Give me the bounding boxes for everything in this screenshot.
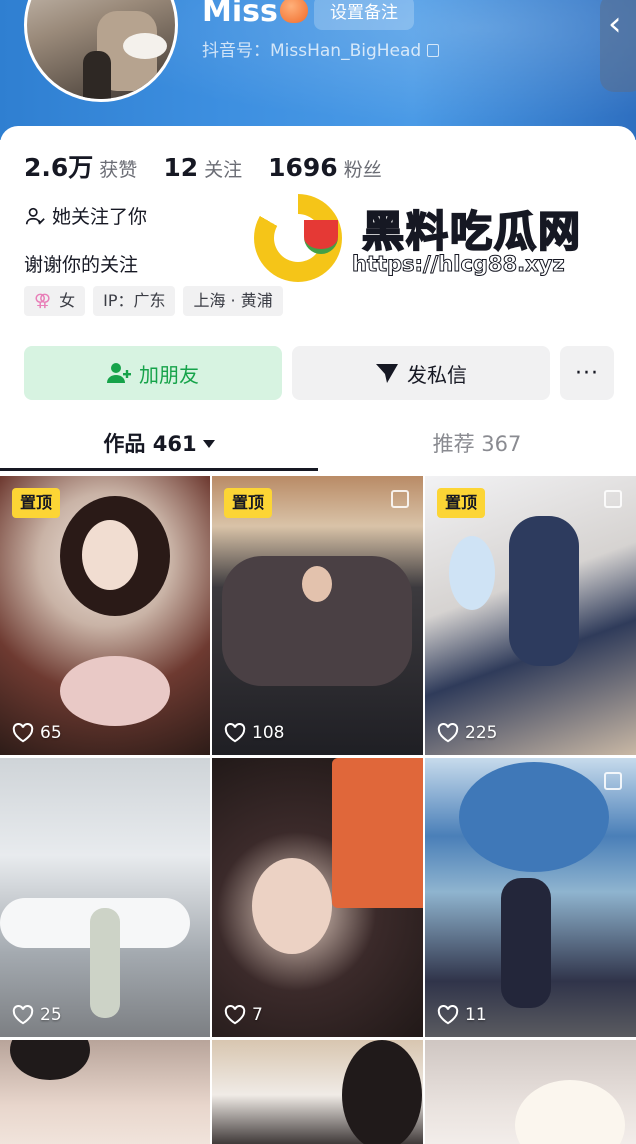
hair-shape <box>10 1040 90 1080</box>
avatar-legs-shape <box>83 51 111 99</box>
likes-count[interactable]: 2.6万 <box>24 148 93 184</box>
video-thumbnail[interactable]: 置顶 225 <box>425 476 636 755</box>
add-friend-icon <box>107 363 131 383</box>
tag-row: ⚢ 女 IP：广东 上海 · 黄浦 <box>24 286 283 316</box>
likes-count: 65 <box>40 723 62 743</box>
video-likes: 7 <box>224 1005 263 1025</box>
followers-count[interactable]: 1696 <box>268 153 338 182</box>
pinned-badge: 置顶 <box>12 488 61 518</box>
ip-tag: IP：广东 <box>93 286 176 316</box>
likes-count: 11 <box>465 1005 487 1025</box>
nickname-text: Miss <box>202 0 278 29</box>
video-thumbnail[interactable]: 11 <box>425 758 636 1037</box>
pinned-badge: 置顶 <box>224 488 273 518</box>
video-grid: 置顶 65 置顶 108 置顶 225 25 7 11 <box>0 476 636 1144</box>
face-shape <box>82 520 138 590</box>
figure-shape <box>90 908 120 1018</box>
watermelon-icon <box>304 220 338 254</box>
tab-recommend[interactable]: 推荐 367 <box>318 422 636 466</box>
action-row: 加朋友 发私信 ··· <box>24 346 614 400</box>
heart-icon <box>12 1005 34 1025</box>
nickname: Miss <box>202 0 308 29</box>
multi-image-icon <box>391 490 409 508</box>
watermark-title: 黑料吃瓜网 <box>361 206 583 257</box>
figure-shape <box>509 516 579 666</box>
video-thumbnail[interactable]: 7 <box>212 758 423 1037</box>
female-icon: ⚢ <box>34 291 52 311</box>
multi-image-icon <box>604 490 622 508</box>
tab-indicator <box>0 468 318 471</box>
location-tag[interactable]: 上海 · 黄浦 <box>183 286 283 316</box>
video-thumbnail[interactable]: 25 <box>0 758 210 1037</box>
send-message-label: 发私信 <box>407 362 467 387</box>
watermark: 黑料吃瓜网 https://hlcg88.xyz <box>254 194 614 288</box>
set-remark-button[interactable]: 设置备注 <box>314 0 414 30</box>
profile-header: Miss 设置备注 抖音号：MissHan_BigHead ‹ <box>0 0 636 140</box>
tab-works-label: 作品 461 <box>103 432 197 456</box>
multi-image-icon <box>604 772 622 790</box>
globe-shape <box>459 762 609 872</box>
likes-count: 108 <box>252 723 285 743</box>
following-count[interactable]: 12 <box>163 153 198 182</box>
copy-icon[interactable] <box>427 44 440 57</box>
pinned-badge: 置顶 <box>437 488 486 518</box>
add-friend-label: 加朋友 <box>139 362 199 387</box>
figure-shape <box>501 878 551 1008</box>
video-likes: 65 <box>12 723 62 743</box>
video-thumbnail[interactable] <box>212 1040 423 1144</box>
heart-icon <box>12 723 34 743</box>
gender-text: 女 <box>59 291 76 310</box>
avatar[interactable] <box>24 0 178 102</box>
douyin-id: 抖音号：MissHan_BigHead <box>202 36 440 61</box>
follow-status-text: 她关注了你 <box>52 206 148 228</box>
follow-status: 她关注了你 <box>24 202 147 229</box>
heart-icon <box>224 1005 246 1025</box>
send-icon <box>376 364 398 383</box>
add-friend-button[interactable]: 加朋友 <box>24 346 282 400</box>
cake-shape <box>60 656 170 726</box>
more-button[interactable]: ··· <box>560 346 614 400</box>
avatar-plate-shape <box>123 33 167 59</box>
face-shape <box>252 858 332 954</box>
video-thumbnail[interactable]: 置顶 108 <box>212 476 423 755</box>
likes-count: 7 <box>252 1005 263 1025</box>
window-shape <box>449 536 495 610</box>
gender-tag: ⚢ 女 <box>24 286 86 316</box>
send-message-button[interactable]: 发私信 <box>292 346 550 400</box>
caret-down-icon <box>202 440 215 448</box>
heart-icon <box>437 723 459 743</box>
video-likes: 25 <box>12 1005 62 1025</box>
likes-label: 获赞 <box>99 159 138 181</box>
side-panel-tab[interactable]: ‹ <box>600 0 636 92</box>
content-tabs: 作品 461 推荐 367 <box>0 422 636 474</box>
peach-emoji-icon <box>279 0 308 23</box>
video-likes: 225 <box>437 723 497 743</box>
douyin-id-text: 抖音号：MissHan_BigHead <box>202 41 422 61</box>
video-likes: 11 <box>437 1005 487 1025</box>
chevron-left-icon: ‹ <box>608 4 622 44</box>
video-thumbnail[interactable]: 置顶 65 <box>0 476 210 755</box>
likes-count: 25 <box>40 1005 62 1025</box>
following-label: 关注 <box>204 159 243 181</box>
tab-works[interactable]: 作品 461 <box>0 422 318 466</box>
video-thumbnail[interactable] <box>425 1040 636 1144</box>
tower-shape <box>332 758 423 908</box>
bio: 谢谢你的关注 <box>24 254 139 276</box>
followers-label: 粉丝 <box>343 159 382 181</box>
hair-shape <box>342 1040 422 1144</box>
video-thumbnail[interactable] <box>0 1040 210 1144</box>
watermark-url: https://hlcg88.xyz <box>352 252 566 277</box>
heart-icon <box>437 1005 459 1025</box>
stats-row: 2.6万 获赞 12 关注 1696 粉丝 <box>24 148 408 184</box>
plush-shape <box>515 1080 625 1144</box>
person-icon <box>25 207 45 224</box>
face-shape <box>302 566 332 602</box>
likes-count: 225 <box>465 723 498 743</box>
video-likes: 108 <box>224 723 284 743</box>
heart-icon <box>224 723 246 743</box>
